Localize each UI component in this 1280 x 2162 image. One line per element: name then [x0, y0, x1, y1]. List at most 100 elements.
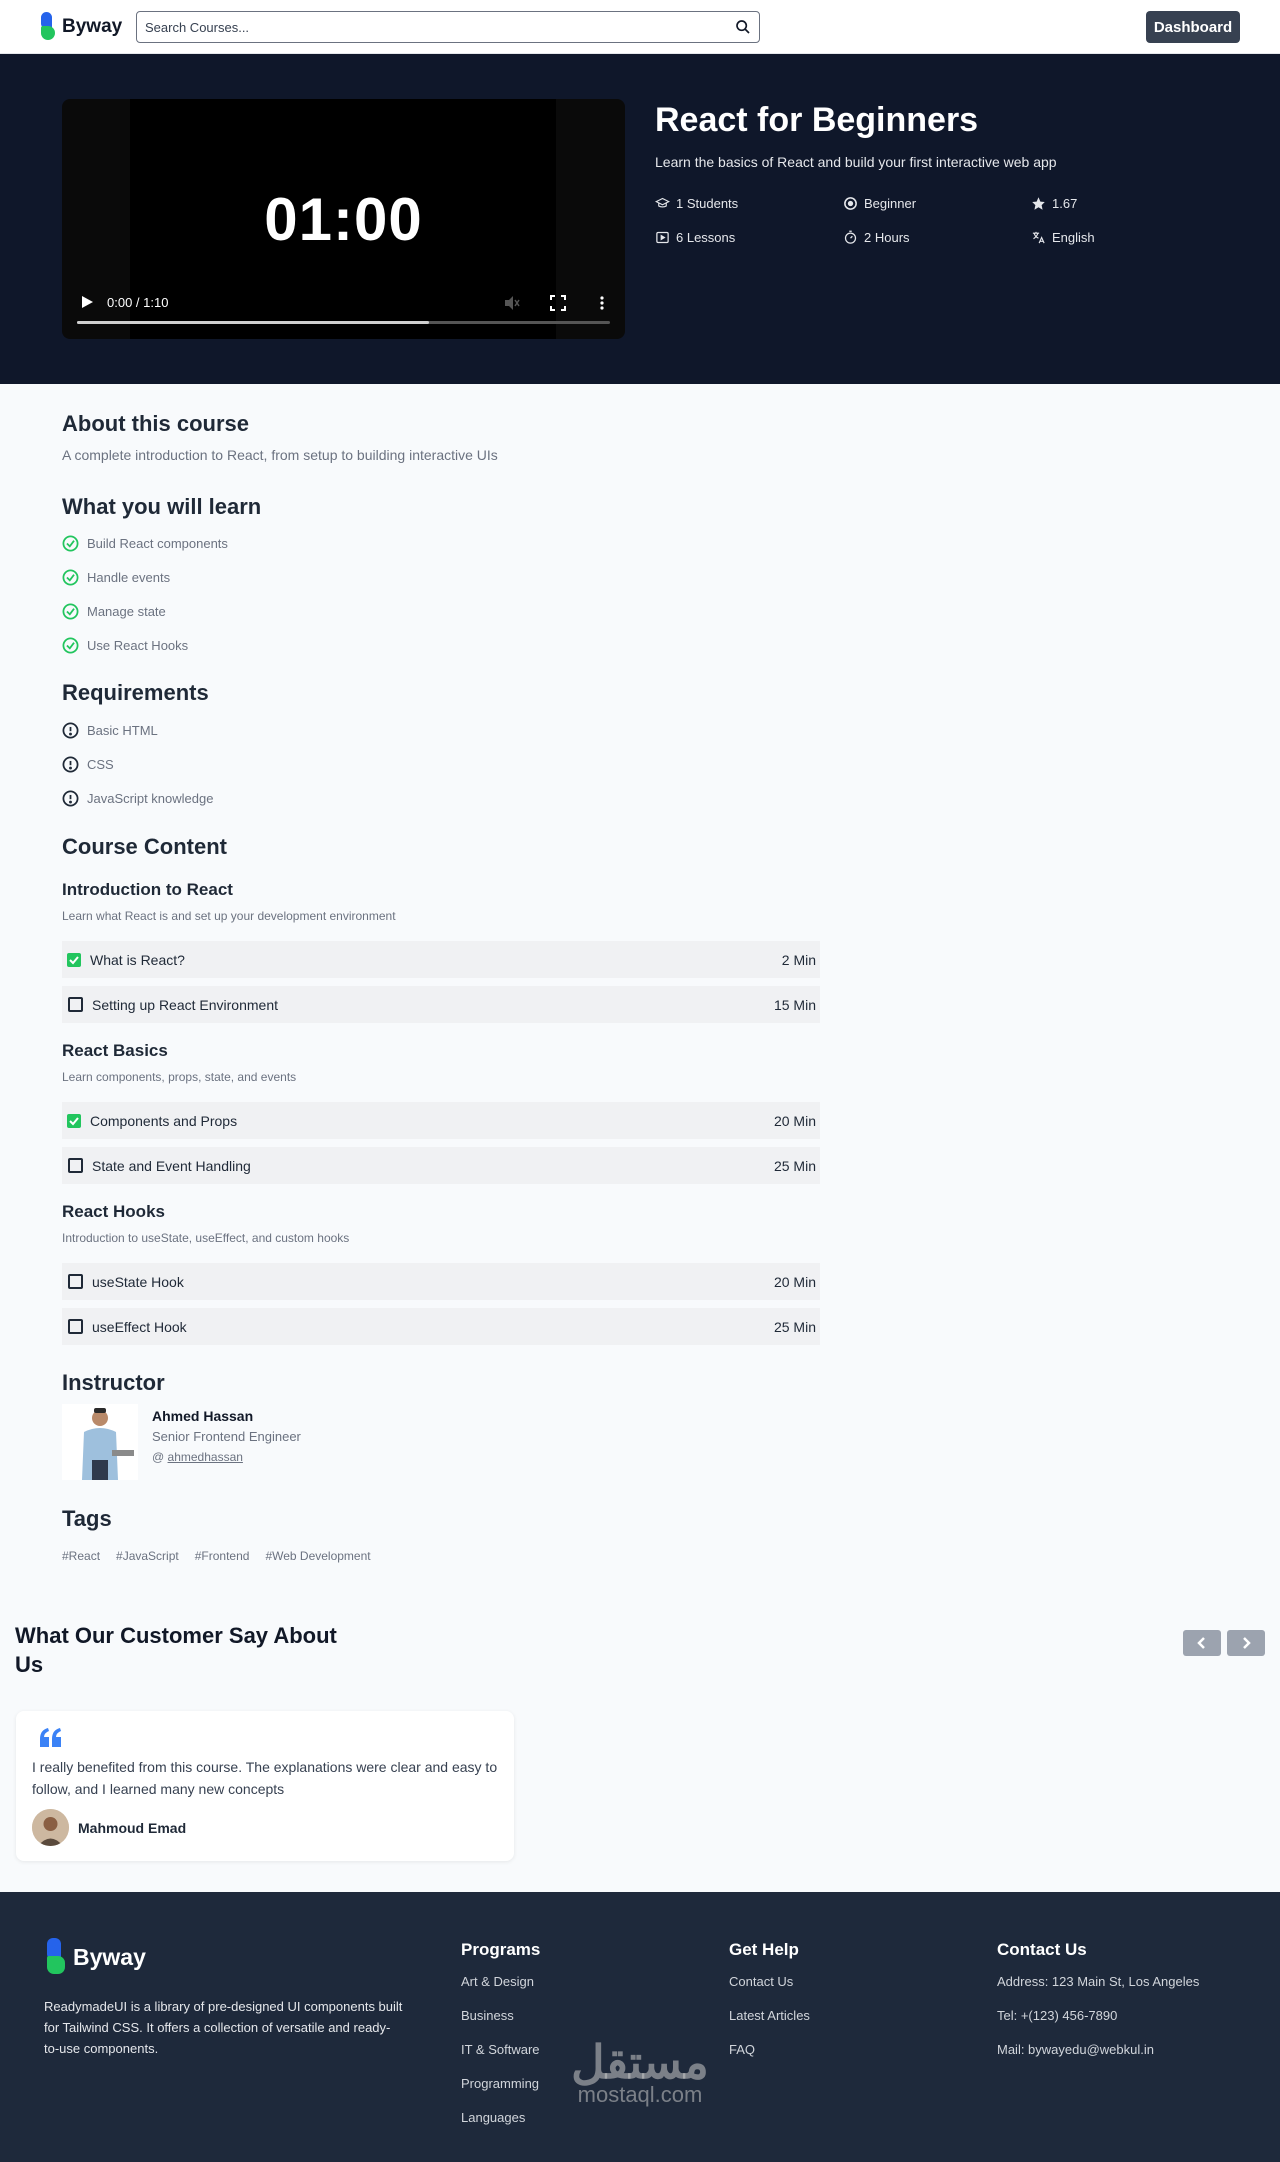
- top-navbar: Byway Dashboard: [0, 0, 1280, 54]
- about-text: A complete introduction to React, from s…: [62, 447, 498, 463]
- volume-muted-icon[interactable]: [504, 295, 520, 311]
- footer-help-heading: Get Help: [729, 1940, 799, 1959]
- course-title: React for Beginners: [655, 101, 979, 139]
- requirement-item: JavaScript knowledge: [62, 790, 213, 807]
- footer-link[interactable]: Languages: [461, 2110, 540, 2144]
- section-title: React Hooks: [62, 1202, 165, 1221]
- checkbox-empty-icon[interactable]: [68, 997, 83, 1012]
- footer-link[interactable]: IT & Software: [461, 2042, 540, 2076]
- requirement-text: JavaScript knowledge: [87, 791, 214, 806]
- section-desc: Learn components, props, state, and even…: [62, 1070, 297, 1084]
- footer-link[interactable]: Contact Us: [729, 1974, 810, 2008]
- checkbox-empty-icon[interactable]: [68, 1158, 83, 1173]
- testimonial-card: I really benefited from this course. The…: [16, 1711, 514, 1861]
- lesson-row[interactable]: Components and Props 20 Min: [62, 1102, 820, 1139]
- stat-language-text: English: [1052, 229, 1095, 245]
- footer-address: Address: 123 Main St, Los Angeles: [997, 1974, 1200, 1989]
- target-icon: [844, 196, 857, 210]
- lesson-title: State and Event Handling: [92, 1157, 251, 1174]
- lesson-row[interactable]: useState Hook 20 Min: [62, 1263, 820, 1300]
- stat-level-text: Beginner: [864, 195, 917, 211]
- chevron-left-icon: [1197, 1637, 1205, 1649]
- footer-link[interactable]: Programming: [461, 2076, 540, 2110]
- learn-item: Use React Hooks: [62, 637, 188, 654]
- footer-link[interactable]: Business: [461, 2008, 540, 2042]
- checkbox-empty-icon[interactable]: [68, 1274, 83, 1289]
- watermark: مستقل mostaql.com: [560, 2039, 720, 2107]
- lesson-duration: 20 Min: [773, 1112, 816, 1129]
- video-time-display: 0:00 / 1:10: [107, 295, 169, 310]
- learn-item-text: Handle events: [87, 570, 171, 585]
- lesson-title: Components and Props: [90, 1112, 238, 1129]
- instructor-handle-link[interactable]: ahmedhassan: [168, 1450, 243, 1464]
- search-input[interactable]: [137, 12, 717, 42]
- video-progress-bar[interactable]: [77, 321, 610, 324]
- stat-students: 1 Students: [655, 194, 843, 212]
- check-circle-icon: [62, 569, 79, 586]
- instructor-card: Ahmed Hassan Senior Frontend Engineer @ …: [62, 1404, 462, 1484]
- checkbox-empty-icon[interactable]: [68, 1319, 83, 1334]
- translate-icon: [1032, 231, 1045, 243]
- lesson-title: useState Hook: [92, 1273, 184, 1290]
- footer-logo[interactable]: Byway: [44, 1938, 146, 1976]
- lesson-title: What is React?: [90, 951, 185, 968]
- course-content-heading: Course Content: [62, 834, 227, 859]
- lesson-row[interactable]: What is React? 2 Min: [62, 941, 820, 978]
- video-player[interactable]: 01:00 0:00 / 1:10: [62, 99, 625, 339]
- video-controls: 0:00 / 1:10: [62, 283, 625, 339]
- tag[interactable]: #Web Development: [265, 1549, 370, 1563]
- fullscreen-icon[interactable]: [550, 295, 566, 311]
- lesson-row[interactable]: Setting up React Environment 15 Min: [62, 986, 820, 1023]
- video-progress-fill: [77, 321, 429, 324]
- stat-level: Beginner: [843, 194, 1031, 212]
- testimonials-heading: What Our Customer Say About Us: [15, 1623, 337, 1677]
- course-subtitle: Learn the basics of React and build your…: [655, 154, 1057, 170]
- check-circle-icon: [62, 603, 79, 620]
- lesson-duration: 25 Min: [773, 1157, 816, 1174]
- exclamation-circle-icon: [62, 756, 79, 773]
- footer-link[interactable]: Art & Design: [461, 1974, 540, 2008]
- footer-tel: Tel: +(123) 456-7890: [997, 2008, 1118, 2023]
- learn-item-text: Manage state: [87, 604, 166, 619]
- footer-help: Get Help Contact Us Latest Articles FAQ: [729, 1940, 810, 2076]
- instructor-heading: Instructor: [62, 1370, 165, 1395]
- stat-rating-text: 1.67: [1052, 195, 1078, 211]
- lesson-row[interactable]: State and Event Handling 25 Min: [62, 1147, 820, 1184]
- graduation-cap-icon: [655, 197, 670, 207]
- quote-icon: [40, 1728, 61, 1747]
- checkbox-checked-icon[interactable]: [66, 1113, 82, 1129]
- watermark-latin: mostaql.com: [577, 2082, 703, 2107]
- play-icon[interactable]: [80, 295, 94, 309]
- lesson-duration: 2 Min: [781, 951, 816, 968]
- lesson-duration: 25 Min: [773, 1318, 816, 1335]
- lesson-duration: 15 Min: [773, 996, 816, 1013]
- footer-contact: Contact Us Address: 123 Main St, Los Ang…: [997, 1940, 1199, 2076]
- header-logo[interactable]: Byway: [38, 12, 122, 42]
- chevron-right-icon: [1243, 1637, 1251, 1649]
- logo-text: Byway: [62, 16, 123, 37]
- tag[interactable]: #React: [62, 1549, 100, 1563]
- footer-link[interactable]: FAQ: [729, 2042, 810, 2076]
- requirement-text: Basic HTML: [87, 723, 158, 738]
- instructor-role: Senior Frontend Engineer: [152, 1429, 301, 1444]
- next-testimonial-button[interactable]: [1227, 1630, 1265, 1656]
- search-icon[interactable]: [735, 19, 751, 35]
- section-desc: Learn what React is and set up your deve…: [62, 909, 396, 923]
- dashboard-button[interactable]: Dashboard: [1146, 11, 1240, 43]
- more-options-icon[interactable]: [594, 295, 610, 311]
- check-circle-icon: [62, 637, 79, 654]
- learn-item: Build React components: [62, 535, 228, 552]
- prev-testimonial-button[interactable]: [1183, 1630, 1221, 1656]
- lesson-row[interactable]: useEffect Hook 25 Min: [62, 1308, 820, 1345]
- section-title: Introduction to React: [62, 880, 233, 899]
- tag[interactable]: #Frontend: [195, 1549, 250, 1563]
- learn-item: Manage state: [62, 603, 166, 620]
- tag[interactable]: #JavaScript: [116, 1549, 179, 1563]
- footer-link[interactable]: Latest Articles: [729, 2008, 810, 2042]
- lesson-title: useEffect Hook: [92, 1318, 187, 1335]
- footer-programs-heading: Programs: [461, 1940, 541, 1959]
- footer-contact-heading: Contact Us: [997, 1940, 1087, 1959]
- tags-list: #React #JavaScript #Frontend #Web Develo…: [62, 1549, 371, 1563]
- video-icon: [656, 231, 669, 243]
- checkbox-checked-icon[interactable]: [66, 952, 82, 968]
